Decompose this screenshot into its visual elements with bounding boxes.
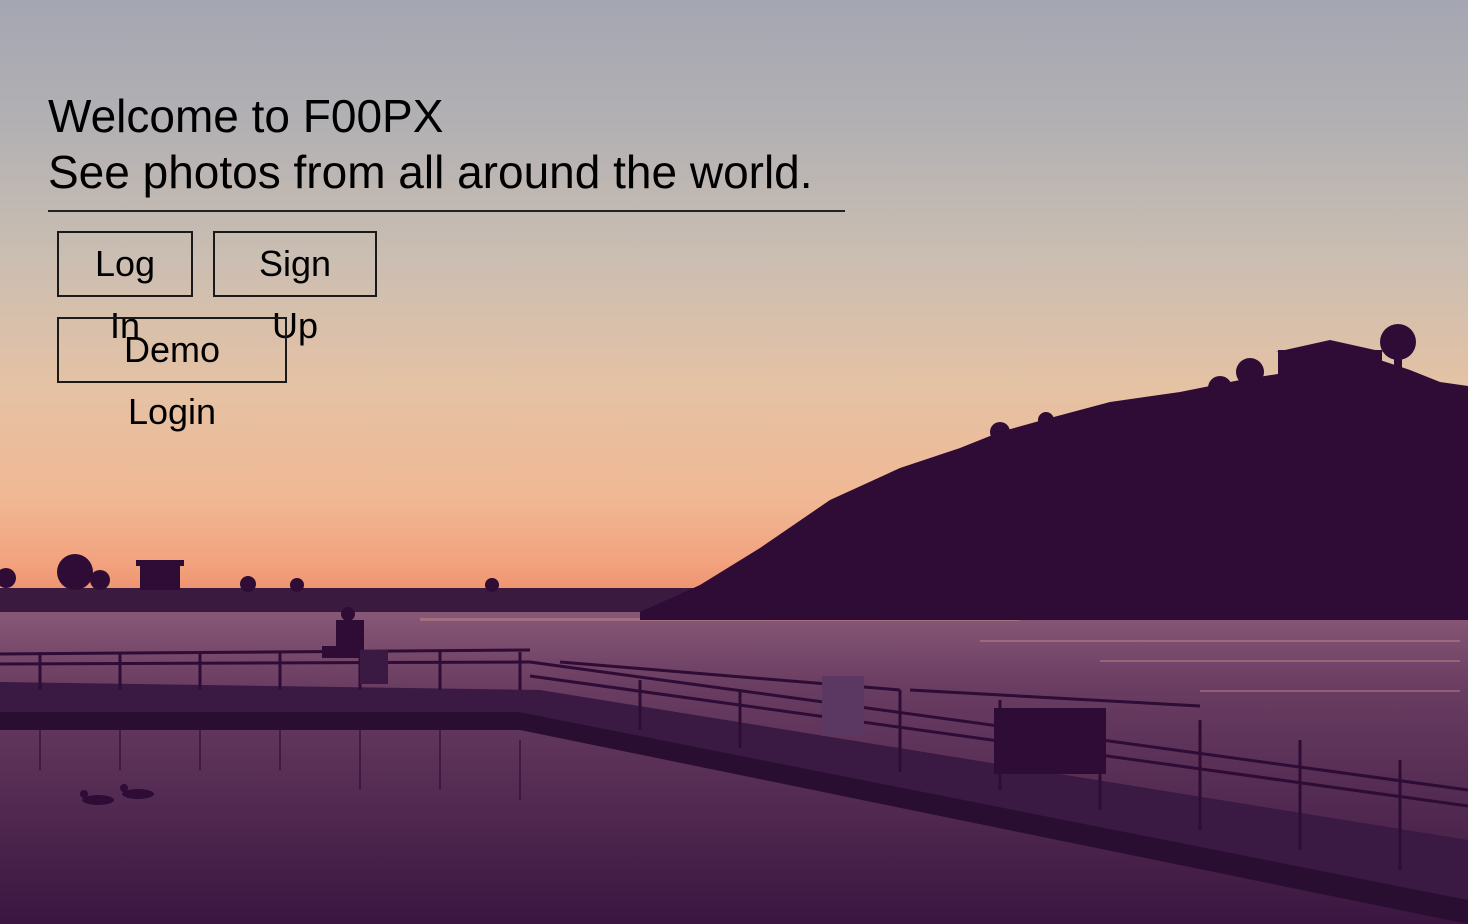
hill-silhouette — [640, 360, 1468, 620]
divider — [48, 210, 845, 212]
pier-bench — [360, 650, 388, 684]
welcome-subtitle: See photos from all around the world. — [48, 146, 813, 198]
distant-shore — [0, 588, 760, 612]
pier-box — [994, 708, 1106, 774]
welcome-title: Welcome to F00PX — [48, 90, 444, 142]
trash-can — [822, 676, 864, 736]
distant-trees — [0, 554, 499, 592]
sign-up-button[interactable]: Sign Up — [213, 231, 377, 346]
demo-login-button[interactable]: Demo Login — [57, 317, 287, 432]
welcome-panel: Welcome to F00PX See photos from all aro… — [48, 88, 845, 212]
log-in-button[interactable]: Log In — [57, 231, 193, 346]
